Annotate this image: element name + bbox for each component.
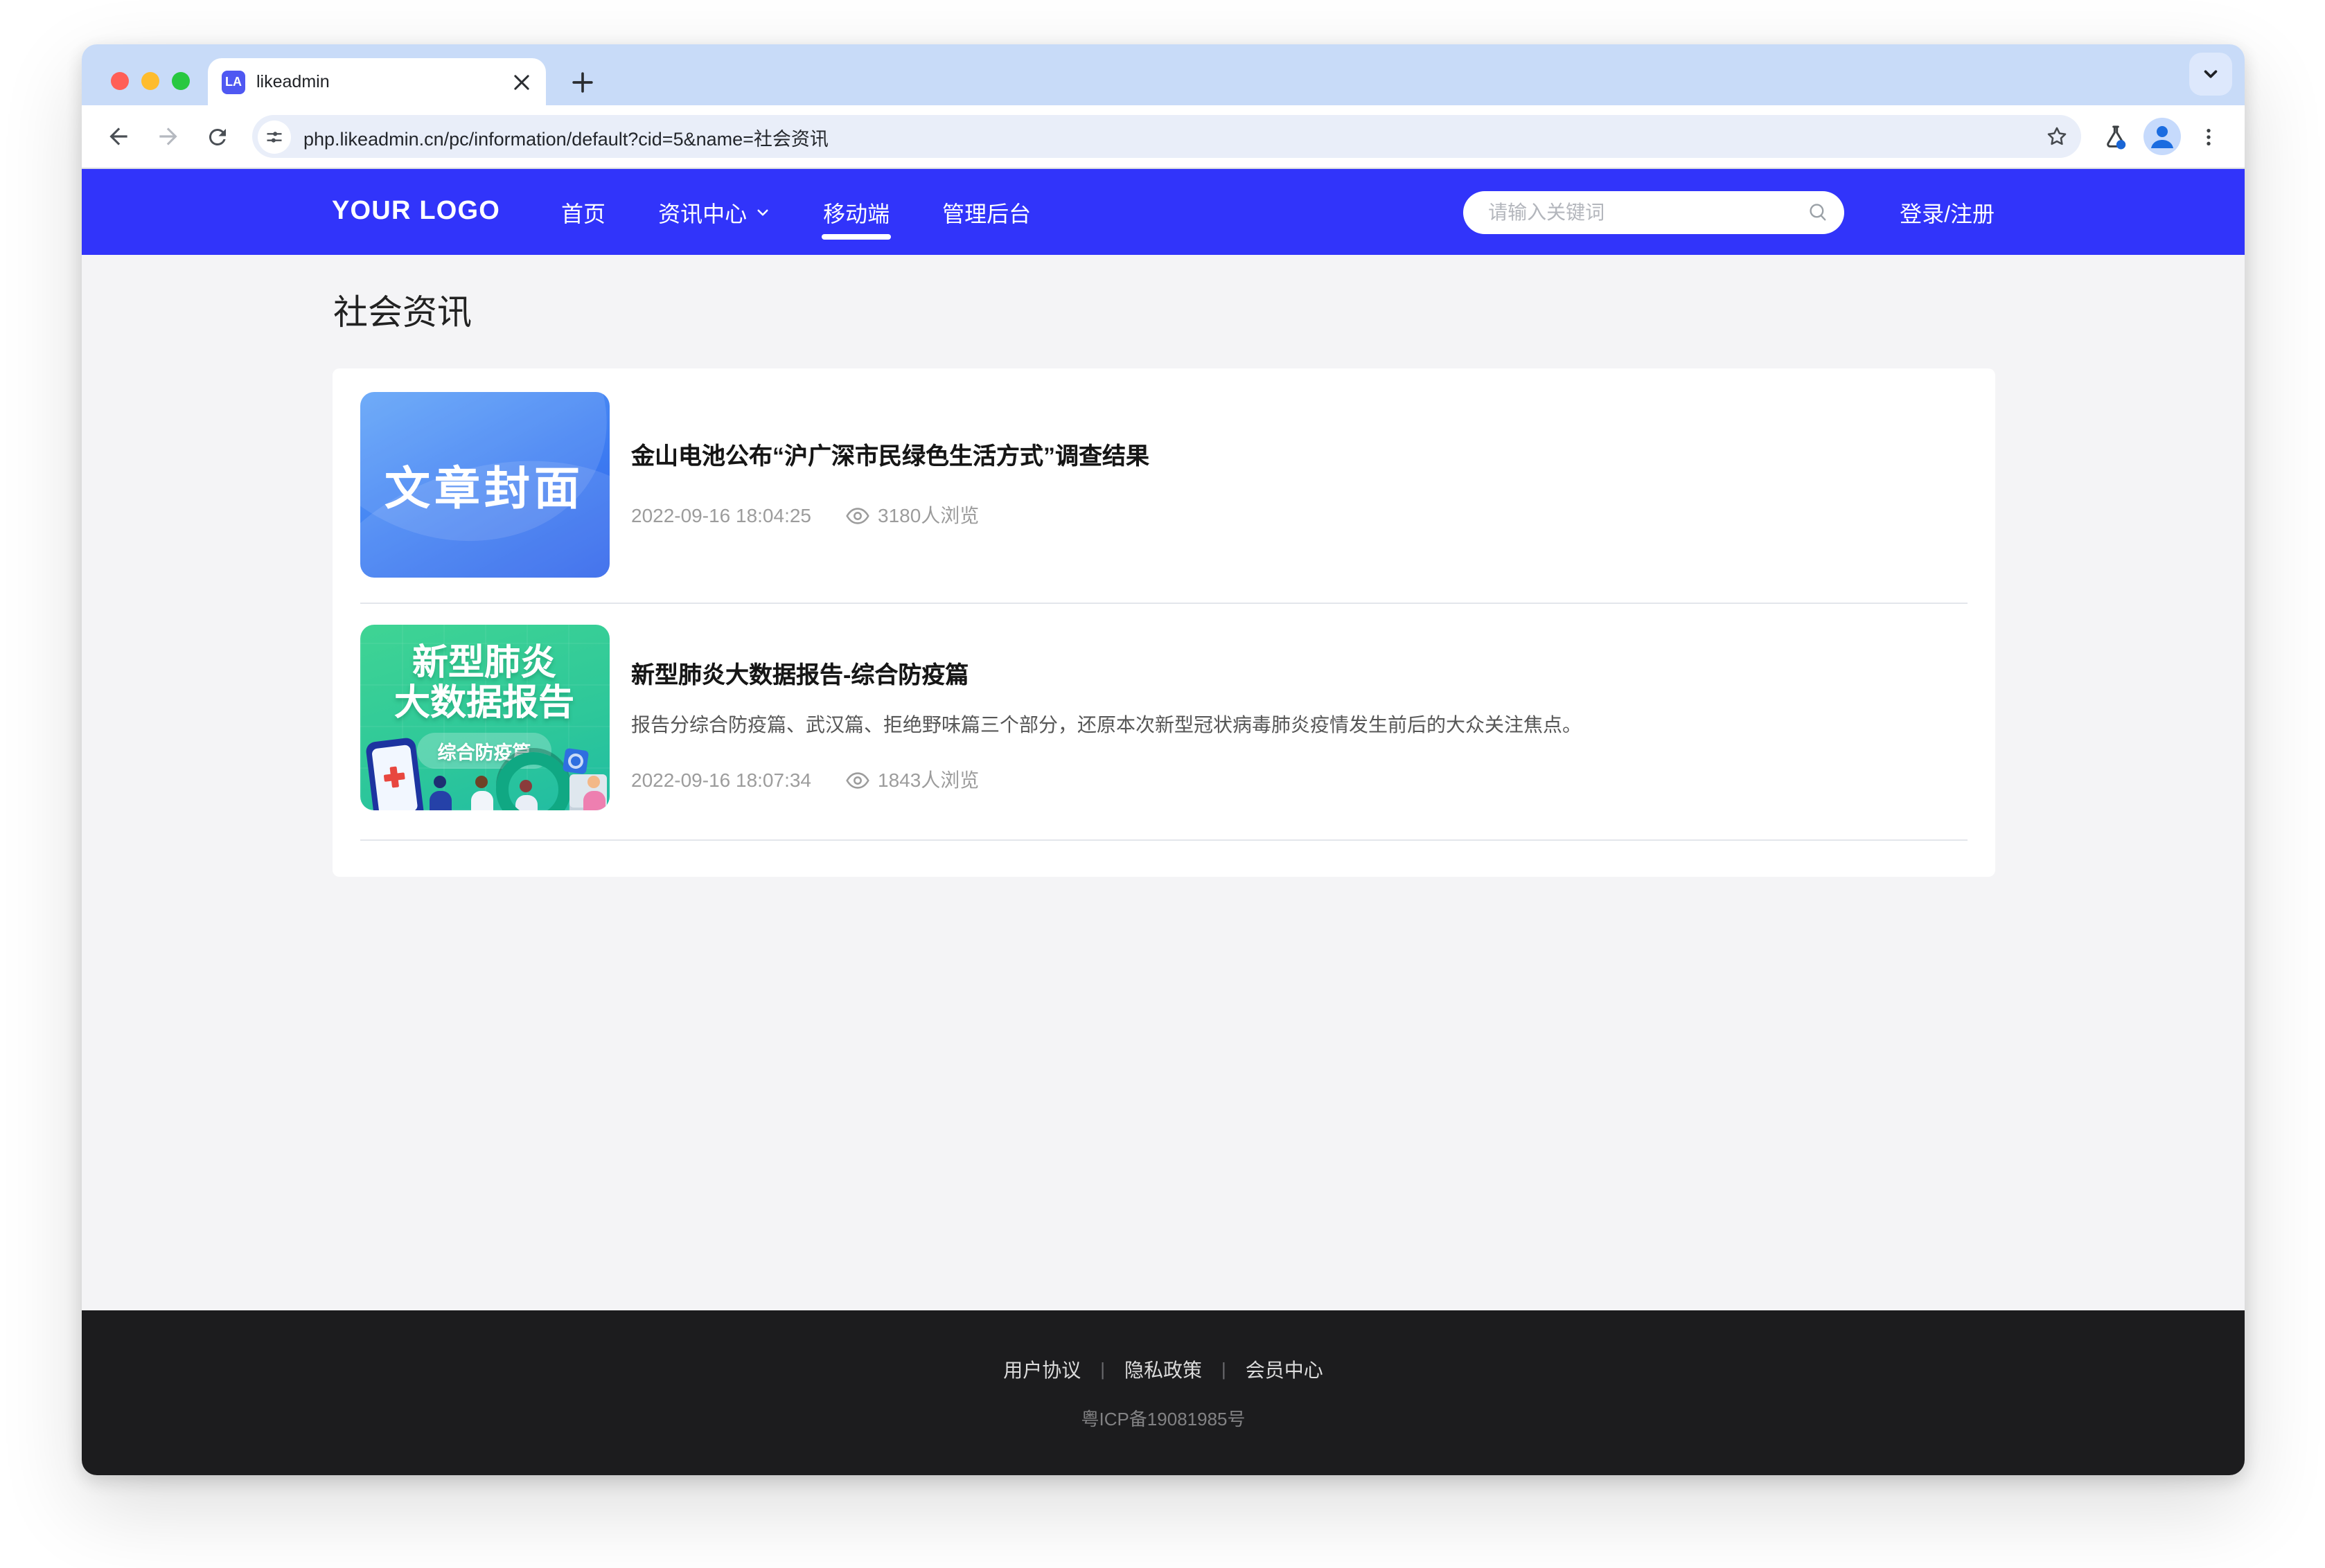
thumbnail-caption: 文章封面 bbox=[384, 452, 584, 518]
article-info: 金山电池公布“沪广深市民绿色生活方式”调查结果 2022-09-16 18:04… bbox=[631, 392, 1967, 578]
login-register-link[interactable]: 登录/注册 bbox=[1900, 195, 1995, 229]
article-date: 2022-09-16 18:07:34 bbox=[631, 769, 811, 791]
article-thumbnail[interactable]: 文章封面 bbox=[360, 392, 609, 578]
tab-title: likeadmin bbox=[256, 72, 497, 91]
experiments-flask-icon[interactable] bbox=[2094, 114, 2138, 159]
article-row[interactable]: 新型肺炎 大数据报告 综合防疫篇 bbox=[360, 604, 1967, 841]
main-content: 社会资讯 文章封面 金山电池公布“沪广深市民绿色生活方式”调查结果 2022- bbox=[82, 255, 2245, 1310]
keyword-search-box[interactable] bbox=[1463, 190, 1844, 233]
search-icon[interactable] bbox=[1807, 201, 1829, 223]
footer-separator: | bbox=[1221, 1359, 1226, 1380]
reload-icon[interactable] bbox=[195, 114, 240, 159]
new-tab-icon[interactable] bbox=[563, 62, 601, 101]
site-logo[interactable]: YOUR LOGO bbox=[332, 197, 500, 227]
article-thumbnail[interactable]: 新型肺炎 大数据报告 综合防疫篇 bbox=[360, 625, 609, 810]
article-title[interactable]: 金山电池公布“沪广深市民绿色生活方式”调查结果 bbox=[631, 436, 1967, 471]
article-list-card: 文章封面 金山电池公布“沪广深市民绿色生活方式”调查结果 2022-09-16 … bbox=[332, 368, 1995, 877]
icp-record-number: 粤ICP备19081985号 bbox=[1081, 1404, 1245, 1430]
bookmark-star-icon[interactable] bbox=[2038, 118, 2074, 154]
close-window-button[interactable] bbox=[111, 72, 129, 90]
site-footer: 用户协议 | 隐私政策 | 会员中心 粤ICP备19081985号 bbox=[82, 1310, 2245, 1475]
article-title[interactable]: 新型肺炎大数据报告-综合防疫篇 bbox=[631, 655, 1967, 690]
article-description: 报告分综合防疫篇、武汉篇、拒绝野味篇三个部分，还原本次新型冠状病毒肺炎疫情发生前… bbox=[631, 711, 1967, 738]
site-menu: 首页 资讯中心 移动端 管理后台 bbox=[561, 169, 1031, 255]
tab-search-chevron-down-icon[interactable] bbox=[2189, 53, 2232, 96]
tab-close-icon[interactable] bbox=[509, 69, 533, 94]
article-date: 2022-09-16 18:04:25 bbox=[631, 504, 811, 526]
article-views: 3180人浏览 bbox=[845, 501, 979, 529]
views-count: 1843人浏览 bbox=[878, 766, 979, 794]
chevron-down-icon bbox=[755, 204, 770, 220]
browser-toolbar: php.likeadmin.cn/pc/information/default?… bbox=[82, 105, 2245, 169]
article-row[interactable]: 文章封面 金山电池公布“沪广深市民绿色生活方式”调查结果 2022-09-16 … bbox=[360, 392, 1967, 604]
tab-strip: LA likeadmin bbox=[82, 44, 2245, 105]
footer-link-member-center[interactable]: 会员中心 bbox=[1246, 1355, 1323, 1383]
traffic-lights bbox=[111, 72, 190, 90]
tab-favicon: LA bbox=[222, 70, 245, 93]
search-input[interactable] bbox=[1485, 199, 1807, 224]
stage: LA likeadmin bbox=[0, 0, 2325, 1568]
browser-tab[interactable]: LA likeadmin bbox=[208, 58, 546, 105]
thumbnail-caption-line1: 新型肺炎 bbox=[360, 643, 609, 683]
site-navbar: YOUR LOGO 首页 资讯中心 移动端 管理后台 bbox=[82, 169, 2245, 255]
back-icon[interactable] bbox=[96, 114, 140, 159]
nav-item-home[interactable]: 首页 bbox=[561, 169, 605, 255]
nav-item-admin[interactable]: 管理后台 bbox=[942, 169, 1031, 255]
browser-window: LA likeadmin bbox=[82, 44, 2245, 1475]
url-bar[interactable]: php.likeadmin.cn/pc/information/default?… bbox=[252, 115, 2081, 158]
article-info: 新型肺炎大数据报告-综合防疫篇 报告分综合防疫篇、武汉篇、拒绝野味篇三个部分，还… bbox=[631, 625, 1967, 810]
footer-links: 用户协议 | 隐私政策 | 会员中心 bbox=[1003, 1355, 1323, 1383]
minimize-window-button[interactable] bbox=[141, 72, 159, 90]
eye-icon bbox=[845, 506, 869, 524]
footer-link-privacy-policy[interactable]: 隐私政策 bbox=[1124, 1355, 1202, 1383]
thumbnail-caption-line2: 大数据报告 bbox=[360, 683, 609, 723]
footer-separator: | bbox=[1100, 1359, 1105, 1380]
nav-item-news-center[interactable]: 资讯中心 bbox=[658, 169, 770, 255]
nav-item-mobile[interactable]: 移动端 bbox=[823, 169, 890, 255]
kebab-menu-icon[interactable] bbox=[2186, 114, 2231, 159]
article-meta: 2022-09-16 18:04:25 3180人浏览 bbox=[631, 501, 1967, 529]
profile-avatar-icon[interactable] bbox=[2143, 118, 2181, 155]
footer-link-user-agreement[interactable]: 用户协议 bbox=[1003, 1355, 1081, 1383]
article-views: 1843人浏览 bbox=[845, 766, 979, 794]
site-info-icon[interactable] bbox=[258, 120, 291, 153]
article-meta: 2022-09-16 18:07:34 1843人浏览 bbox=[631, 766, 1967, 794]
url-text[interactable]: php.likeadmin.cn/pc/information/default?… bbox=[303, 123, 2026, 150]
views-count: 3180人浏览 bbox=[878, 501, 979, 529]
eye-icon bbox=[845, 771, 869, 789]
maximize-window-button[interactable] bbox=[172, 72, 190, 90]
page-title: 社会资讯 bbox=[333, 285, 1995, 335]
forward-icon[interactable] bbox=[145, 114, 190, 159]
